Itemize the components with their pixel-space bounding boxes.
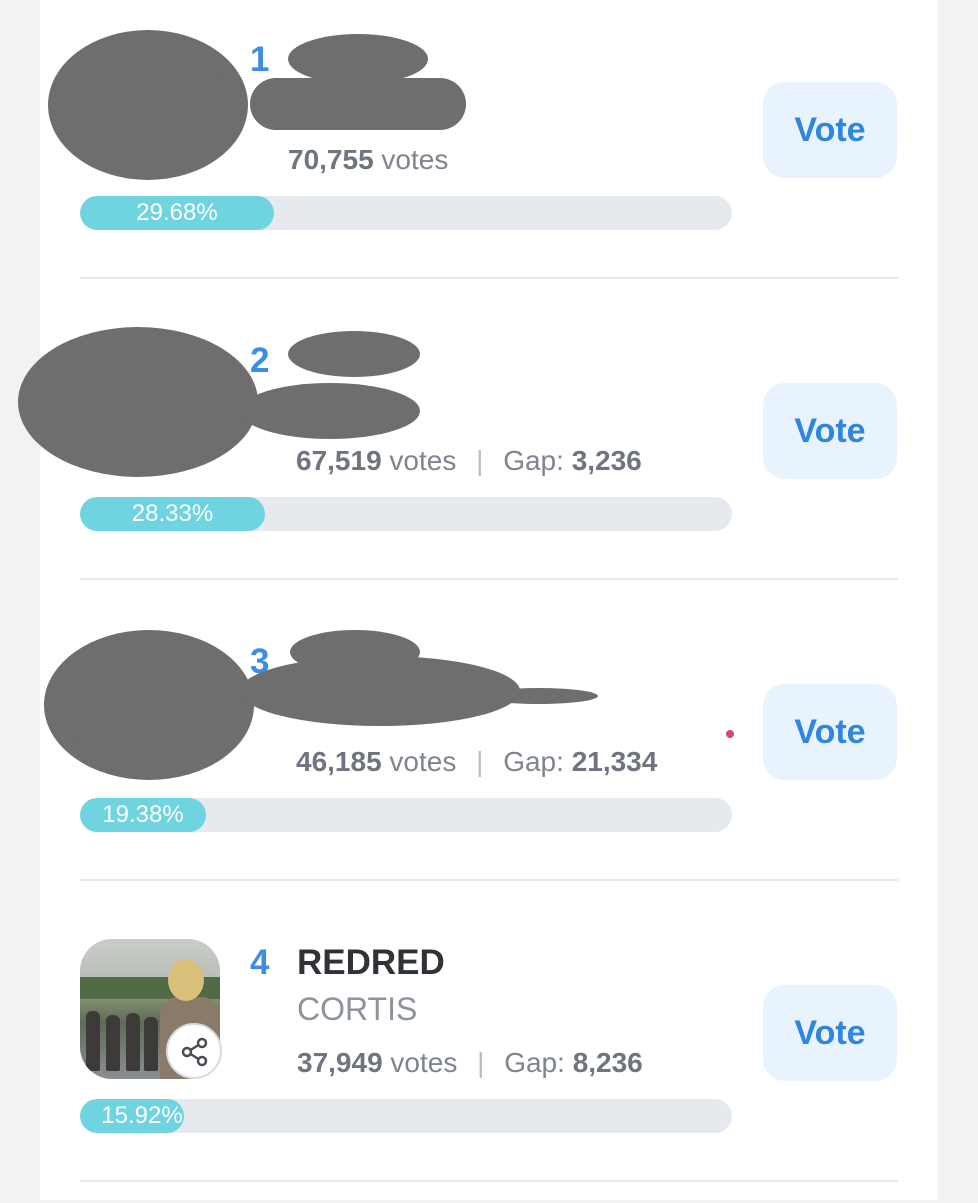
votes-line: 46,185 votes | Gap: 21,334 — [296, 746, 657, 778]
notification-dot — [726, 730, 734, 738]
share-button[interactable] — [166, 1023, 222, 1079]
percent-label: 15.92% — [101, 1102, 183, 1129]
redacted-artist — [240, 383, 420, 439]
percent-bar: 15.92% — [80, 1099, 732, 1133]
vote-button[interactable]: Vote — [763, 383, 897, 479]
separator: | — [476, 746, 484, 777]
percent-bar: 19.38% — [80, 798, 732, 832]
divider — [80, 578, 898, 580]
divider — [80, 277, 898, 279]
rank-number: 2 — [250, 341, 270, 380]
thumbnail-head — [168, 959, 204, 1001]
votes-count: 70,755 — [288, 144, 374, 175]
votes-line: 37,949 votes | Gap: 8,236 — [297, 1047, 643, 1079]
vote-button[interactable]: Vote — [763, 684, 897, 780]
gap-value: 21,334 — [571, 746, 658, 777]
votes-count: 37,949 — [297, 1047, 383, 1078]
divider — [80, 879, 898, 881]
ranking-entry-1: 1 70,755 votes Vote 29.68% — [40, 0, 938, 300]
ranking-entry-3: 3 46,185 votes | Gap: 21,334 Vote 19.38% — [40, 602, 938, 902]
separator: | — [477, 1047, 485, 1078]
percent-label: 19.38% — [102, 801, 184, 828]
vote-button[interactable]: Vote — [763, 985, 897, 1081]
thumbnail-figure — [86, 1011, 100, 1071]
rank-number: 4 — [250, 943, 270, 982]
redaction-scribble — [480, 688, 598, 704]
separator: | — [476, 445, 484, 476]
redaction-scribble — [60, 662, 250, 762]
redacted-artist — [240, 656, 520, 726]
song-title: REDRED — [297, 943, 445, 982]
gap-value: 8,236 — [572, 1047, 643, 1078]
ranking-panel: 1 70,755 votes Vote 29.68% 2 67,519 vote… — [18, 0, 938, 1203]
redacted-song-title — [288, 34, 428, 84]
thumbnail-figure — [126, 1013, 140, 1071]
percent-bar: 28.33% — [80, 497, 732, 531]
divider — [80, 1180, 898, 1182]
gap-value: 3,236 — [571, 445, 642, 476]
votes-label: votes — [381, 144, 449, 175]
votes-line: 70,755 votes — [288, 144, 448, 176]
percent-label: 29.68% — [136, 199, 218, 226]
gap-label: Gap: — [503, 746, 564, 777]
vote-button[interactable]: Vote — [763, 82, 897, 178]
ranking-entry-4: 4 REDRED CORTIS 37,949 votes | Gap: 8,23… — [40, 903, 938, 1203]
redacted-song-title — [288, 331, 420, 377]
gap-label: Gap: — [503, 445, 564, 476]
thumbnail-figure — [144, 1017, 158, 1071]
ranking-entry-2: 2 67,519 votes | Gap: 3,236 Vote 28.33% — [18, 301, 938, 601]
votes-label: votes — [389, 746, 457, 777]
percent-label: 28.33% — [131, 500, 214, 527]
votes-line: 67,519 votes | Gap: 3,236 — [296, 445, 642, 477]
artist-name: CORTIS — [297, 991, 418, 1027]
redaction-scribble — [40, 351, 250, 471]
votes-label: votes — [390, 1047, 458, 1078]
votes-count: 67,519 — [296, 445, 382, 476]
votes-label: votes — [389, 445, 457, 476]
rank-number: 1 — [250, 40, 270, 79]
redacted-artist — [250, 78, 466, 130]
redaction-scribble — [70, 55, 240, 165]
thumbnail-figure — [106, 1015, 120, 1071]
votes-count: 46,185 — [296, 746, 382, 777]
gap-label: Gap: — [504, 1047, 565, 1078]
percent-bar: 29.68% — [80, 196, 732, 230]
share-icon — [181, 1037, 208, 1067]
